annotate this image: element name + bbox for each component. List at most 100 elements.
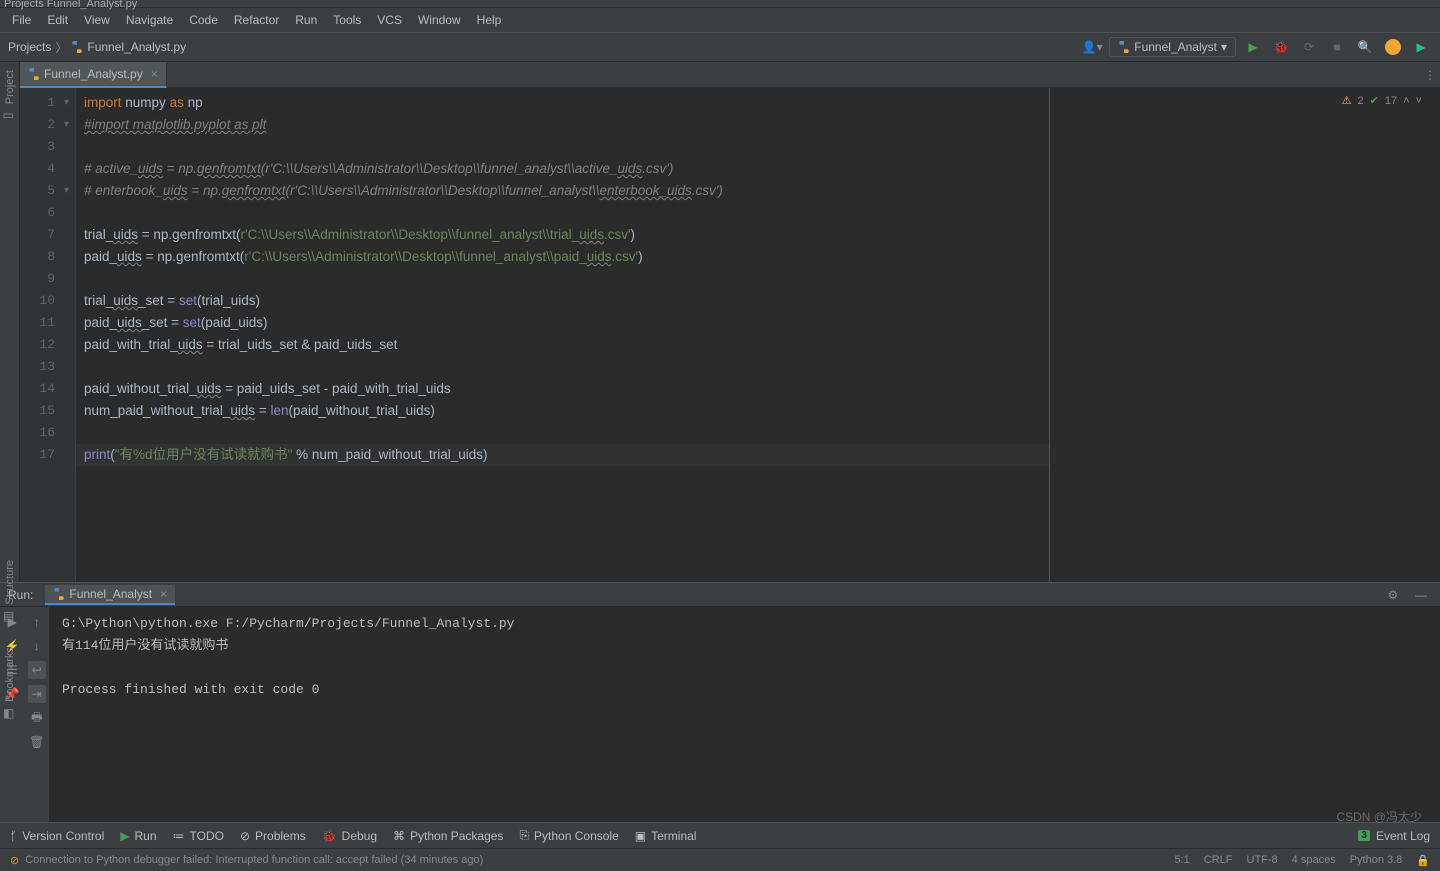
- close-tab-icon[interactable]: ×: [151, 67, 158, 81]
- tab-overflow-icon[interactable]: ⋮: [1424, 68, 1436, 82]
- code-content[interactable]: import numpy as np#import matplotlib.pyp…: [76, 88, 1049, 582]
- typo-count: 17: [1385, 95, 1397, 107]
- menu-window[interactable]: Window: [410, 11, 469, 29]
- play-icon: ▶: [120, 829, 129, 843]
- caret-position[interactable]: 5:1: [1174, 854, 1189, 867]
- menu-vcs[interactable]: VCS: [369, 11, 410, 29]
- soft-wrap-icon[interactable]: ↩: [28, 661, 46, 679]
- editor-body: 1▾2▾345▾67891011121314151617 import nump…: [20, 88, 1440, 582]
- packages-icon: ⌘: [393, 829, 405, 843]
- run-config-dropdown[interactable]: Funnel_Analyst ▾: [1109, 37, 1236, 57]
- console-icon: ⎘: [519, 828, 529, 843]
- warning-count: 2: [1358, 95, 1364, 107]
- tab-version-control[interactable]: ᚶVersion Control: [10, 829, 104, 843]
- chevron-up-icon[interactable]: ˄: [1403, 95, 1409, 107]
- search-everywhere-icon[interactable]: 🔍: [1354, 36, 1376, 58]
- problems-icon: ⊘: [240, 829, 250, 843]
- down-icon[interactable]: ↓: [28, 637, 46, 655]
- run-panel-header-right: ⚙ —: [1382, 584, 1432, 606]
- tab-debug[interactable]: 🐞Debug: [322, 829, 377, 843]
- run-config-name: Funnel_Analyst: [1134, 40, 1217, 54]
- run-output[interactable]: G:\Python\python.exe F:/Pycharm/Projects…: [50, 607, 1440, 822]
- terminal-icon: ▣: [635, 829, 646, 843]
- run-panel-tab[interactable]: Funnel_Analyst ×: [45, 585, 175, 605]
- clear-icon[interactable]: 🗑: [28, 733, 46, 751]
- menu-run[interactable]: Run: [287, 11, 325, 29]
- left-sidebar: Project ▭: [0, 62, 20, 582]
- tab-terminal[interactable]: ▣Terminal: [635, 829, 697, 843]
- todo-icon: ≔: [173, 829, 185, 843]
- run-button[interactable]: ▶: [1242, 36, 1264, 58]
- menu-refactor[interactable]: Refactor: [226, 11, 287, 29]
- menu-code[interactable]: Code: [181, 11, 226, 29]
- file-encoding[interactable]: UTF-8: [1247, 854, 1278, 867]
- event-log-count: 3: [1358, 830, 1370, 841]
- navigation-bar: Projects 〉 Funnel_Analyst.py 👤▾ Funnel_A…: [0, 32, 1440, 62]
- interpreter[interactable]: Python 3.8: [1350, 854, 1403, 867]
- python-file-icon: [53, 588, 65, 600]
- menu-help[interactable]: Help: [469, 11, 510, 29]
- tab-run[interactable]: ▶Run: [120, 829, 156, 843]
- warning-icon: ⊘: [10, 854, 19, 867]
- debug-button[interactable]: 🐞: [1270, 36, 1292, 58]
- run-tab-label: Funnel_Analyst: [69, 587, 152, 601]
- line-separator[interactable]: CRLF: [1204, 854, 1233, 867]
- sidebar-tab-project[interactable]: Project: [4, 70, 16, 104]
- coverage-button[interactable]: ⟳: [1298, 36, 1320, 58]
- chevron-down-icon[interactable]: ˅: [1416, 95, 1422, 107]
- close-tab-icon[interactable]: ×: [160, 587, 167, 601]
- menu-file[interactable]: File: [4, 11, 39, 29]
- ide-features-icon[interactable]: ▶: [1410, 36, 1432, 58]
- branch-icon: ᚶ: [10, 829, 17, 843]
- editor-area: Funnel_Analyst.py × ⋮ 1▾2▾345▾6789101112…: [20, 62, 1440, 582]
- main-container: Project ▭ Funnel_Analyst.py × ⋮ 1▾2▾345▾…: [0, 62, 1440, 582]
- tab-problems[interactable]: ⊘Problems: [240, 829, 306, 843]
- python-file-icon: [28, 68, 40, 80]
- menu-navigate[interactable]: Navigate: [118, 11, 181, 29]
- sidebar-tab-structure[interactable]: Structure: [4, 560, 16, 605]
- run-panel: Run: Funnel_Analyst × ⚙ — ▶ ⚡ ☰ 📌 ↑ ↓: [0, 582, 1440, 822]
- updates-icon[interactable]: [1382, 36, 1404, 58]
- file-tab[interactable]: Funnel_Analyst.py ×: [20, 62, 167, 88]
- chevron-right-icon: 〉: [55, 39, 67, 56]
- scroll-end-icon[interactable]: ⇥: [28, 685, 46, 703]
- menu-bar: File Edit View Navigate Code Refactor Ru…: [0, 8, 1440, 32]
- menu-edit[interactable]: Edit: [39, 11, 76, 29]
- editor-right-margin: ⚠ 2 ✔ 17 ˄ ˅: [1050, 88, 1440, 582]
- tab-todo[interactable]: ≔TODO: [173, 829, 224, 843]
- up-icon[interactable]: ↑: [28, 613, 46, 631]
- tab-python-packages[interactable]: ⌘Python Packages: [393, 829, 503, 843]
- warning-icon: ⚠: [1342, 94, 1352, 107]
- file-tab-label: Funnel_Analyst.py: [44, 67, 143, 81]
- status-message: Connection to Python debugger failed: In…: [25, 854, 483, 866]
- structure-icon[interactable]: ▤: [3, 609, 17, 623]
- title-text: Projects Funnel_Analyst.py: [4, 0, 137, 10]
- breadcrumb-file[interactable]: Funnel_Analyst.py: [87, 40, 186, 54]
- chevron-down-icon: ▾: [1221, 40, 1227, 54]
- sidebar-tab-bookmarks[interactable]: Bookmarks: [4, 647, 16, 702]
- run-panel-header: Run: Funnel_Analyst × ⚙ —: [0, 583, 1440, 607]
- folder-icon[interactable]: ▭: [3, 108, 17, 122]
- menu-view[interactable]: View: [76, 11, 118, 29]
- lock-icon[interactable]: 🔒: [1416, 854, 1430, 867]
- indent-setting[interactable]: 4 spaces: [1292, 854, 1336, 867]
- stop-button[interactable]: ■: [1326, 36, 1348, 58]
- menu-tools[interactable]: Tools: [325, 11, 369, 29]
- toolbar-right: 👤▾ Funnel_Analyst ▾ ▶ 🐞 ⟳ ■ 🔍 ▶: [1081, 36, 1432, 58]
- gutter[interactable]: 1▾2▾345▾67891011121314151617: [20, 88, 76, 582]
- python-file-icon: [1118, 41, 1130, 53]
- breadcrumb: Projects 〉 Funnel_Analyst.py: [8, 39, 186, 56]
- breadcrumb-project[interactable]: Projects: [8, 40, 51, 54]
- print-icon[interactable]: 🖶: [28, 709, 46, 727]
- run-panel-body: ▶ ⚡ ☰ 📌 ↑ ↓ ↩ ⇥ 🖶 🗑 G:\Python\python.exe…: [0, 607, 1440, 822]
- minimize-icon[interactable]: —: [1410, 584, 1432, 606]
- bookmarks-icon[interactable]: ◧: [3, 706, 17, 720]
- inspection-badges[interactable]: ⚠ 2 ✔ 17 ˄ ˅: [1342, 94, 1422, 107]
- tab-python-console[interactable]: ⎘Python Console: [519, 828, 618, 843]
- python-file-icon: [71, 41, 83, 53]
- gear-icon[interactable]: ⚙: [1382, 584, 1404, 606]
- typo-icon: ✔: [1370, 94, 1379, 107]
- tab-event-log[interactable]: Event Log: [1376, 829, 1430, 843]
- bug-icon: 🐞: [322, 829, 337, 843]
- add-config-icon[interactable]: 👤▾: [1081, 36, 1103, 58]
